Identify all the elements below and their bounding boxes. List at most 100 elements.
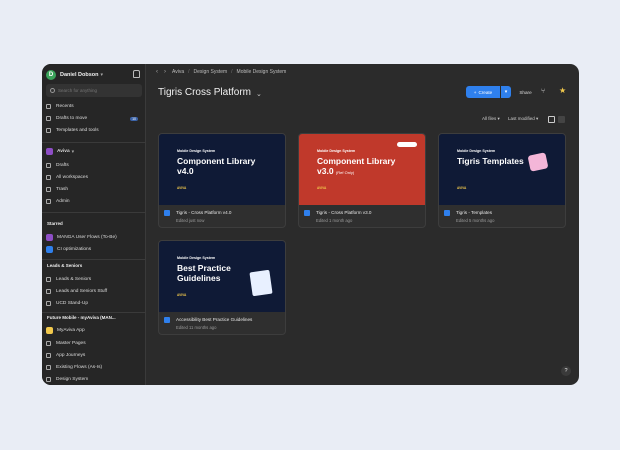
brand-label: AVIVA — [177, 293, 187, 297]
sidebar-item-label: Leads and Seniors Stuff — [56, 289, 108, 294]
org-switcher[interactable]: Aviva ▾ — [46, 146, 142, 157]
figma-file-icon — [46, 234, 53, 241]
figma-file-icon — [444, 210, 450, 216]
thumbnail-heading: Best Practice Guidelines — [177, 263, 231, 283]
thumbnail-kicker: Mobile Design System — [177, 149, 216, 153]
sidebar-item-drafts[interactable]: Drafts — [46, 160, 142, 171]
templates-icon — [46, 128, 51, 133]
sidebar-item-ci-optimizations[interactable]: CI optimizations — [46, 244, 142, 255]
sidebar-item-manga-flows[interactable]: MANGA User Flows (To-Be) — [46, 232, 142, 243]
figjam-file-icon — [46, 246, 53, 253]
thumbnail-kicker: Mobile Design System — [177, 256, 216, 260]
sidebar-item-all-workspaces[interactable]: All workspaces — [46, 172, 142, 183]
grid-icon — [46, 175, 51, 180]
sidebar-item-master-pages[interactable]: Master Pages — [46, 338, 142, 349]
thumbnail-heading-text: Component Library v3.0 — [317, 156, 396, 176]
sidebar-item-label: MyAviva App — [57, 328, 85, 333]
sidebar-item-admin[interactable]: Admin — [46, 196, 142, 207]
files-filter[interactable]: All files ▾ — [482, 116, 500, 122]
file-edited-meta: Edited 11 months ago — [176, 325, 217, 330]
figma-file-icon — [304, 210, 310, 216]
star-icon[interactable]: ★ — [559, 86, 567, 96]
chevron-down-icon[interactable]: ⌄ — [256, 90, 262, 98]
sidebar-item-ucd-standup[interactable]: UCD Stand-Up — [46, 298, 142, 309]
divider — [42, 312, 145, 313]
thumbnail-heading-sub: (Ref Only) — [335, 170, 355, 175]
chevron-down-icon: ▾ — [497, 116, 500, 121]
brand-label: AVIVA — [457, 186, 467, 190]
sidebar-item-existing-flows[interactable]: Existing Flows (As-Is) — [46, 362, 142, 373]
sidebar-item-label: CI optimizations — [57, 247, 92, 252]
file-name: Tigris - Cross Platform v4.0 — [176, 210, 232, 215]
sidebar-item-label: Design System — [56, 377, 89, 382]
thumbnail-kicker: Mobile Design System — [457, 149, 496, 153]
notification-bell-icon[interactable] — [133, 70, 140, 78]
file-thumbnail: Mobile Design System Tigris Templates AV… — [439, 134, 565, 205]
breadcrumb-item[interactable]: Aviva — [172, 69, 184, 75]
sidebar-item-templates[interactable]: Templates and tools — [46, 125, 142, 136]
sidebar-item-label: Leads & Seniors — [56, 277, 92, 282]
file-card[interactable]: Mobile Design System Component Library v… — [298, 133, 426, 228]
sidebar-item-design-system[interactable]: Design System — [46, 374, 142, 385]
breadcrumb-item[interactable]: Mobile Design System — [237, 69, 287, 75]
file-thumbnail: Mobile Design System Component Library v… — [299, 134, 425, 205]
thumbnail-heading: Component Library v3.0 (Ref Only) — [317, 156, 397, 178]
sidebar-item-drafts-to-move[interactable]: Drafts to move 10 — [46, 113, 142, 124]
plus-icon: + — [473, 89, 477, 95]
org-name: Aviva — [57, 149, 70, 154]
sidebar-item-label: Recents — [56, 104, 74, 109]
chevron-down-icon: ▾ — [100, 72, 104, 78]
back-arrow-icon[interactable]: ‹ — [156, 69, 158, 75]
folder-icon — [46, 289, 51, 294]
figma-file-icon — [164, 317, 170, 323]
sidebar-item-leads-seniors[interactable]: Leads & Seniors — [46, 274, 142, 285]
sidebar-item-label: Master Pages — [56, 341, 86, 346]
sidebar-item-label: Drafts to move — [56, 116, 88, 121]
page-title[interactable]: Tigris Cross Platform — [158, 87, 251, 98]
breadcrumb-item[interactable]: Design System — [194, 69, 228, 75]
create-button[interactable]: + Create — [466, 86, 500, 98]
sort-filter-label: Last modified — [508, 116, 535, 121]
sidebar: D Daniel Dobson ▾ Recents Drafts to move… — [42, 64, 146, 385]
account-switcher[interactable]: D Daniel Dobson ▾ — [46, 68, 142, 82]
search-icon — [50, 88, 55, 93]
sidebar-item-label: App Journeys — [56, 353, 86, 358]
file-card[interactable]: Mobile Design System Component Library v… — [158, 133, 286, 228]
sidebar-item-label: All workspaces — [56, 175, 88, 180]
sidebar-item-recents[interactable]: Recents — [46, 101, 142, 112]
search-box[interactable] — [46, 84, 142, 97]
sidebar-item-leads-stuff[interactable]: Leads and Seniors Stuff — [46, 286, 142, 297]
sidebar-item-label: Templates and tools — [56, 128, 99, 133]
branch-icon[interactable]: ⑂ — [541, 88, 549, 96]
folder-icon — [46, 353, 51, 358]
grid-view-icon[interactable] — [548, 116, 555, 123]
divider — [42, 212, 145, 213]
folder-icon — [46, 377, 51, 382]
sidebar-item-app-journeys[interactable]: App Journeys — [46, 350, 142, 361]
status-pill — [397, 142, 417, 147]
file-card[interactable]: Mobile Design System Tigris Templates AV… — [438, 133, 566, 228]
sidebar-item-label: Trash — [56, 187, 69, 192]
app-icon — [46, 327, 53, 334]
search-input[interactable] — [58, 88, 138, 93]
sidebar-item-label: Admin — [56, 199, 70, 204]
forward-arrow-icon[interactable]: › — [164, 69, 166, 75]
sort-filter[interactable]: Last modified ▾ — [508, 116, 538, 122]
avatar: D — [46, 70, 56, 80]
help-button[interactable]: ? — [561, 366, 571, 376]
create-dropdown-button[interactable]: ▾ — [501, 86, 511, 98]
file-card[interactable]: Mobile Design System Best Practice Guide… — [158, 240, 286, 335]
divider — [42, 142, 145, 143]
file-edited-meta: Edited 1 month ago — [316, 218, 353, 223]
file-edited-meta: Edited 5 months ago — [456, 218, 495, 223]
file-thumbnail: Mobile Design System Component Library v… — [159, 134, 285, 205]
file-thumbnail: Mobile Design System Best Practice Guide… — [159, 241, 285, 312]
sidebar-item-trash[interactable]: Trash — [46, 184, 142, 195]
breadcrumb-separator: / — [231, 69, 233, 75]
file-name: Tigris - Cross Platform v3.0 — [316, 210, 372, 215]
folder-icon — [46, 365, 51, 370]
list-view-icon[interactable] — [558, 116, 565, 123]
share-button[interactable]: Share — [516, 87, 535, 97]
sidebar-item-myaviva-app[interactable]: MyAviva App — [46, 325, 142, 336]
chevron-down-icon: ▾ — [71, 148, 75, 155]
